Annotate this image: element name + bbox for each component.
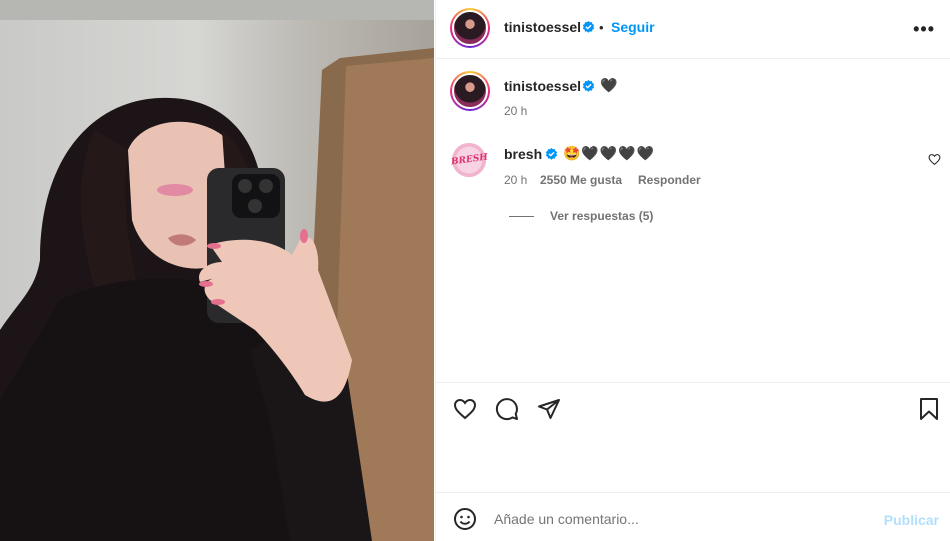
post-photo[interactable] [0,0,434,541]
replies-divider [509,216,534,217]
author-username[interactable]: tinistoessel [504,19,581,35]
author-avatar[interactable] [450,8,490,48]
publish-button[interactable]: Publicar [884,512,939,528]
comment-input[interactable] [494,511,854,527]
post-side-panel: tinistoessel • Seguir ••• tinistoessel 🖤… [435,0,950,541]
verified-badge-icon [582,21,595,33]
comment-avatar[interactable]: BRESH [450,143,489,177]
comment-bubble-icon[interactable] [495,397,519,421]
view-replies-button[interactable]: Ver respuestas (5) [550,209,653,223]
reply-button[interactable]: Responder [638,173,701,187]
comment-text: 🤩🖤🖤🖤🖤 [563,145,656,161]
caption-text: 🖤 [600,77,618,93]
bookmark-icon[interactable] [917,397,941,421]
header-separator: • [599,20,604,35]
caption-avatar[interactable] [450,71,490,111]
more-options-icon[interactable]: ••• [913,19,935,40]
comment-likes[interactable]: 2550 Me gusta [540,173,622,187]
comment-time[interactable]: 20 h [504,173,527,187]
caption-username[interactable]: tinistoessel [504,78,581,94]
verified-badge-icon [582,80,595,92]
heart-outline-icon[interactable] [453,397,477,421]
caption-time[interactable]: 20 h [504,104,527,118]
comment-username[interactable]: bresh [504,146,542,162]
smiley-icon[interactable] [453,507,477,531]
follow-button[interactable]: Seguir [611,19,655,35]
comment-bar: Publicar [436,492,950,541]
post-header: tinistoessel • Seguir ••• [436,0,950,59]
post-actions [436,382,950,492]
bresh-logo: BRESH [450,152,489,168]
verified-badge-icon [545,148,558,160]
paper-plane-icon[interactable] [537,397,561,421]
selfie-illustration [0,0,434,541]
comment-like-heart-icon[interactable] [928,153,941,166]
